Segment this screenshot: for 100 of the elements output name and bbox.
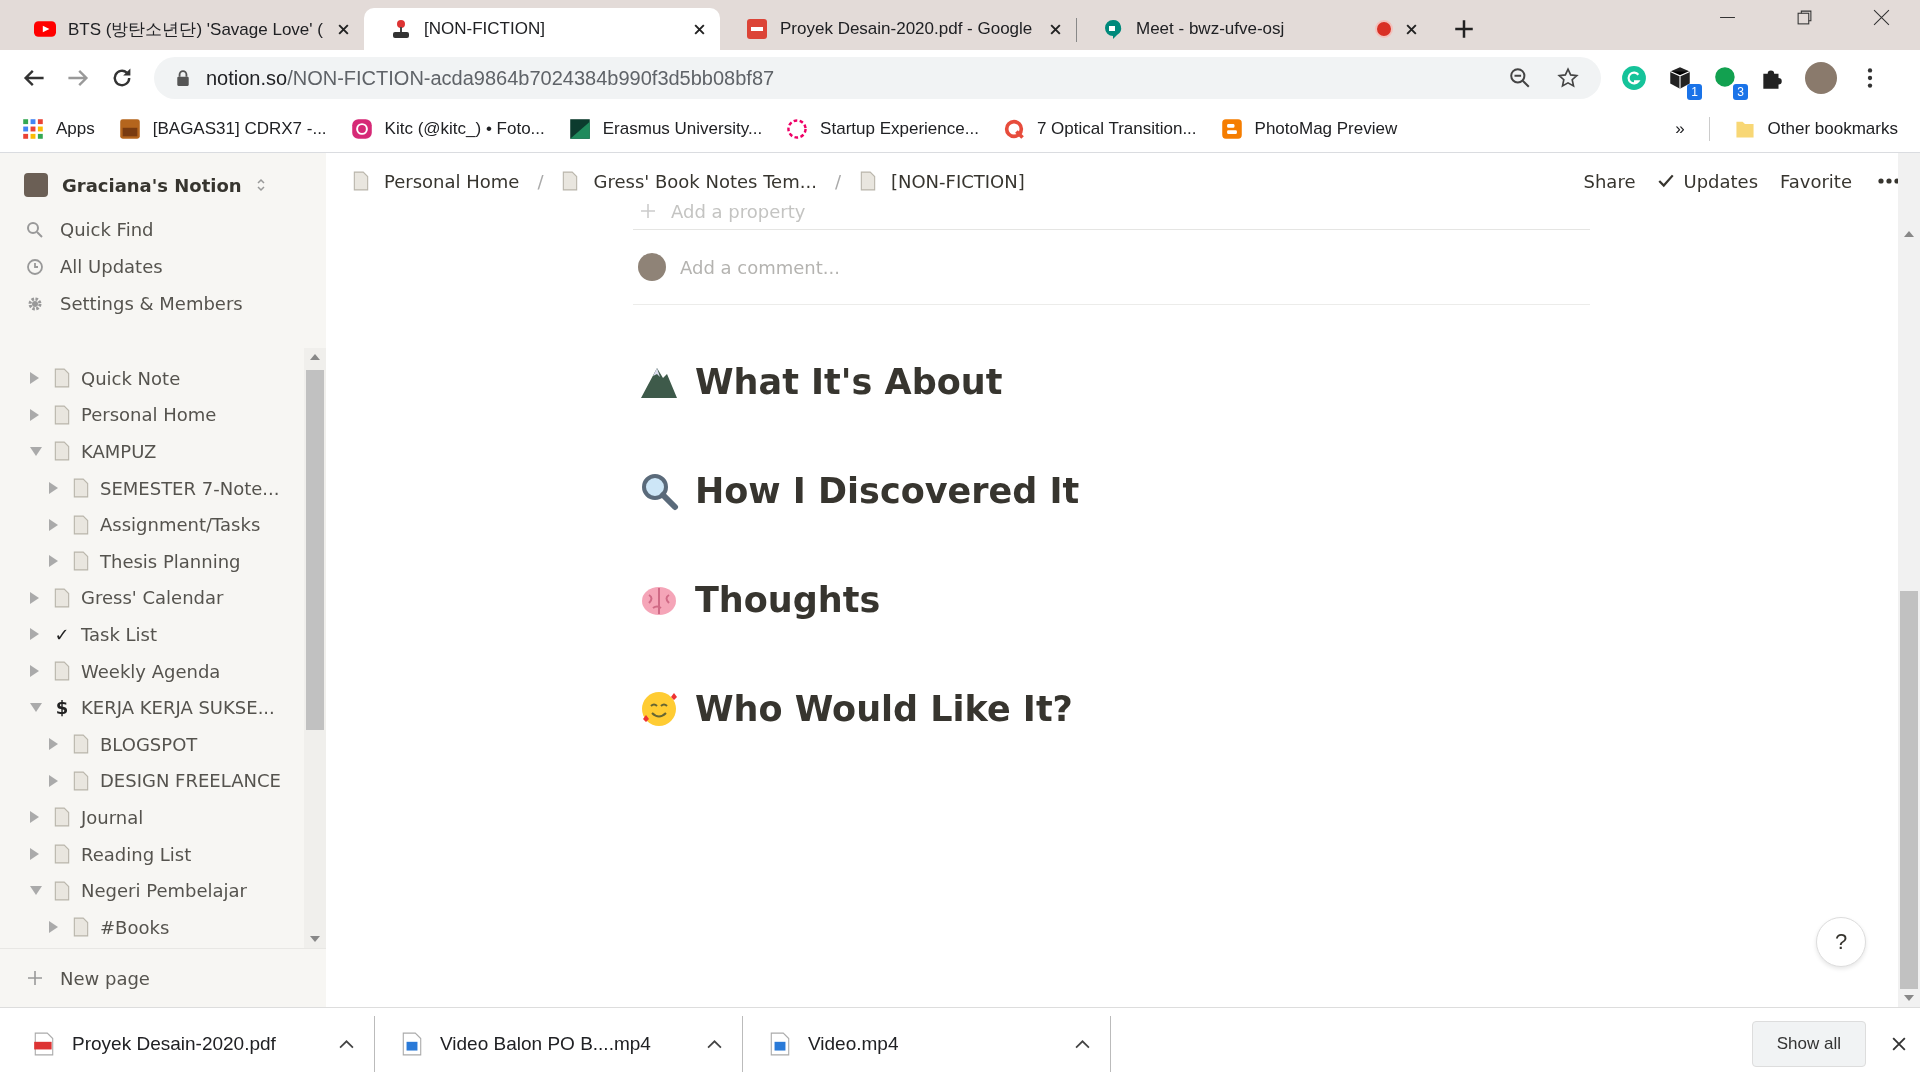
- page-title: SEMESTER 7-Note...: [100, 477, 280, 499]
- download-filename: Video Balon PO B....mp4: [440, 1033, 652, 1055]
- topbar-action[interactable]: Updates: [1657, 170, 1759, 192]
- page-item[interactable]: Personal Home: [0, 396, 304, 434]
- url-text: notion.so/NON-FICTION-acda9864b7024384b990f3d5bb08bf87: [206, 66, 775, 90]
- breadcrumb-label: [NON-FICTION]: [890, 170, 1025, 192]
- page-icon: [352, 171, 370, 191]
- show-all-button[interactable]: Show all: [1751, 1021, 1866, 1067]
- play-icon: [34, 19, 56, 39]
- bookmark-label: Startup Experience...: [820, 119, 979, 139]
- tab-title: Meet - bwz-ufve-osj: [1136, 19, 1286, 39]
- page-icon: [72, 734, 90, 755]
- page-item[interactable]: #Books: [0, 908, 304, 946]
- caret-up-icon[interactable]: [1075, 1039, 1090, 1049]
- sidebar-nav-item[interactable]: Settings & Members: [0, 285, 326, 322]
- extension-badge: 3: [1733, 84, 1748, 100]
- page-item[interactable]: ✓ Task List: [0, 616, 304, 653]
- page-icon: [72, 478, 90, 499]
- zoom-out-icon[interactable]: [1509, 67, 1531, 89]
- bookmark[interactable]: Apps: [22, 118, 95, 140]
- close-icon[interactable]: [693, 22, 706, 36]
- blog-icon: [1220, 118, 1243, 140]
- download-item[interactable]: Proyek Desain-2020.pdf: [34, 1016, 375, 1072]
- help-button[interactable]: ?: [1816, 917, 1866, 967]
- breadcrumb-label: Personal Home: [384, 170, 520, 192]
- page-icon: [53, 587, 71, 608]
- breadcrumb-separator: /: [537, 170, 544, 192]
- sidebar-nav-item[interactable]: Quick Find: [0, 211, 326, 248]
- download-item[interactable]: Video Balon PO B....mp4: [402, 1016, 743, 1072]
- close-icon[interactable]: [1049, 22, 1062, 36]
- bookmarks-overflow[interactable]: »: [1675, 119, 1685, 139]
- lock-icon: [176, 70, 190, 86]
- page-title: Negeri Pembelajar: [81, 880, 247, 902]
- page-item[interactable]: Negeri Pembelajar: [0, 872, 304, 909]
- star-icon[interactable]: [1557, 67, 1579, 89]
- page-item[interactable]: Weekly Agenda: [0, 652, 304, 690]
- bookmark[interactable]: Erasmus University...: [568, 118, 763, 140]
- page-title: DESIGN FREELANCE: [100, 770, 281, 792]
- page-item[interactable]: $ KERJA KERJA SUKSE...: [0, 689, 304, 726]
- restore-icon[interactable]: [1796, 9, 1813, 26]
- close-icon[interactable]: [1892, 1037, 1906, 1051]
- bookmark-label: 7 Optical Transition...: [1036, 119, 1197, 139]
- bookmark[interactable]: [BAGAS31] CDRX7 -...: [118, 118, 327, 140]
- plus-icon: [26, 969, 44, 987]
- bookmark[interactable]: Startup Experience...: [786, 118, 979, 140]
- grid-icon: [22, 118, 44, 140]
- avatar: [638, 253, 666, 281]
- page-title: Assignment/Tasks: [100, 514, 261, 536]
- page-item[interactable]: Quick Note: [0, 360, 304, 397]
- bookmark-label: Erasmus University...: [602, 119, 763, 139]
- page-icon: [53, 441, 71, 462]
- sidebar-nav-item[interactable]: All Updates: [0, 248, 326, 285]
- comment-field[interactable]: Add a comment...: [678, 255, 1590, 279]
- page-item[interactable]: Reading List: [0, 835, 304, 873]
- page-item[interactable]: Thesis Planning: [0, 542, 304, 580]
- plus-icon[interactable]: [1454, 19, 1474, 39]
- workspace-switcher[interactable]: Graciana's Notion: [0, 153, 326, 211]
- avatar[interactable]: [1805, 62, 1837, 94]
- breadcrumb-item[interactable]: Personal Home: [352, 170, 520, 192]
- page-icon: [53, 844, 71, 864]
- caret-up-icon[interactable]: [707, 1039, 722, 1049]
- page-title: Journal: [81, 806, 144, 828]
- close-icon[interactable]: [337, 22, 350, 36]
- download-item[interactable]: Video.mp4: [770, 1016, 1111, 1072]
- cube-icon[interactable]: [1667, 65, 1693, 91]
- close-icon[interactable]: [1405, 22, 1418, 36]
- scrollbar[interactable]: [304, 348, 326, 948]
- close-icon[interactable]: [1873, 9, 1890, 26]
- bookmark[interactable]: 7 Optical Transition...: [1002, 118, 1197, 140]
- browser-tab[interactable]: Proyek Desain-2020.pdf - Google: [720, 8, 1076, 50]
- page-item[interactable]: KAMPUZ: [0, 433, 304, 470]
- browser-tab[interactable]: BTS (방탄소년단) 'Savage Love' (: [8, 8, 364, 50]
- browser-tab[interactable]: [NON-FICTION]: [364, 8, 720, 50]
- caret-up-icon[interactable]: [339, 1039, 354, 1049]
- topbar-action[interactable]: Share: [1583, 170, 1636, 192]
- page-title: Reading List: [81, 843, 192, 865]
- bookmark[interactable]: PhotoMag Preview: [1220, 118, 1398, 140]
- page-item[interactable]: DESIGN FREELANCE: [0, 762, 304, 800]
- page-item[interactable]: Gress' Calendar: [0, 579, 304, 617]
- page-title: Task List: [81, 623, 158, 645]
- camera-icon: [350, 118, 373, 140]
- address-bar[interactable]: notion.so/NON-FICTION-acda9864b7024384b990f3d5bb08bf87: [154, 57, 1601, 99]
- bookmark[interactable]: Kitc (@kitc_) • Foto...: [350, 118, 545, 140]
- browser-tab[interactable]: Meet - bwz-ufve-osj: [1076, 8, 1432, 50]
- topbar-action[interactable]: Favorite: [1780, 170, 1852, 192]
- video-file-icon: [402, 1032, 422, 1056]
- page-item[interactable]: Journal: [0, 799, 304, 836]
- page-title: Quick Note: [81, 367, 181, 389]
- page-item[interactable]: BLOGSPOT: [0, 725, 304, 763]
- bookmark-folder[interactable]: Other bookmarks: [1733, 118, 1898, 140]
- page-item[interactable]: SEMESTER 7-Note...: [0, 469, 304, 507]
- scrollbar[interactable]: [1898, 153, 1920, 1007]
- section-heading: How I Discovered It: [695, 470, 1080, 511]
- section-heading: What It's About: [695, 361, 1003, 402]
- bookmark-label: Apps: [56, 119, 95, 139]
- extension-badge: 1: [1687, 84, 1702, 100]
- page-item[interactable]: Assignment/Tasks: [0, 506, 304, 543]
- page-icon: [72, 551, 90, 572]
- breadcrumb-item[interactable]: [NON-FICTION]: [858, 170, 1025, 192]
- page-icon: [53, 880, 71, 901]
